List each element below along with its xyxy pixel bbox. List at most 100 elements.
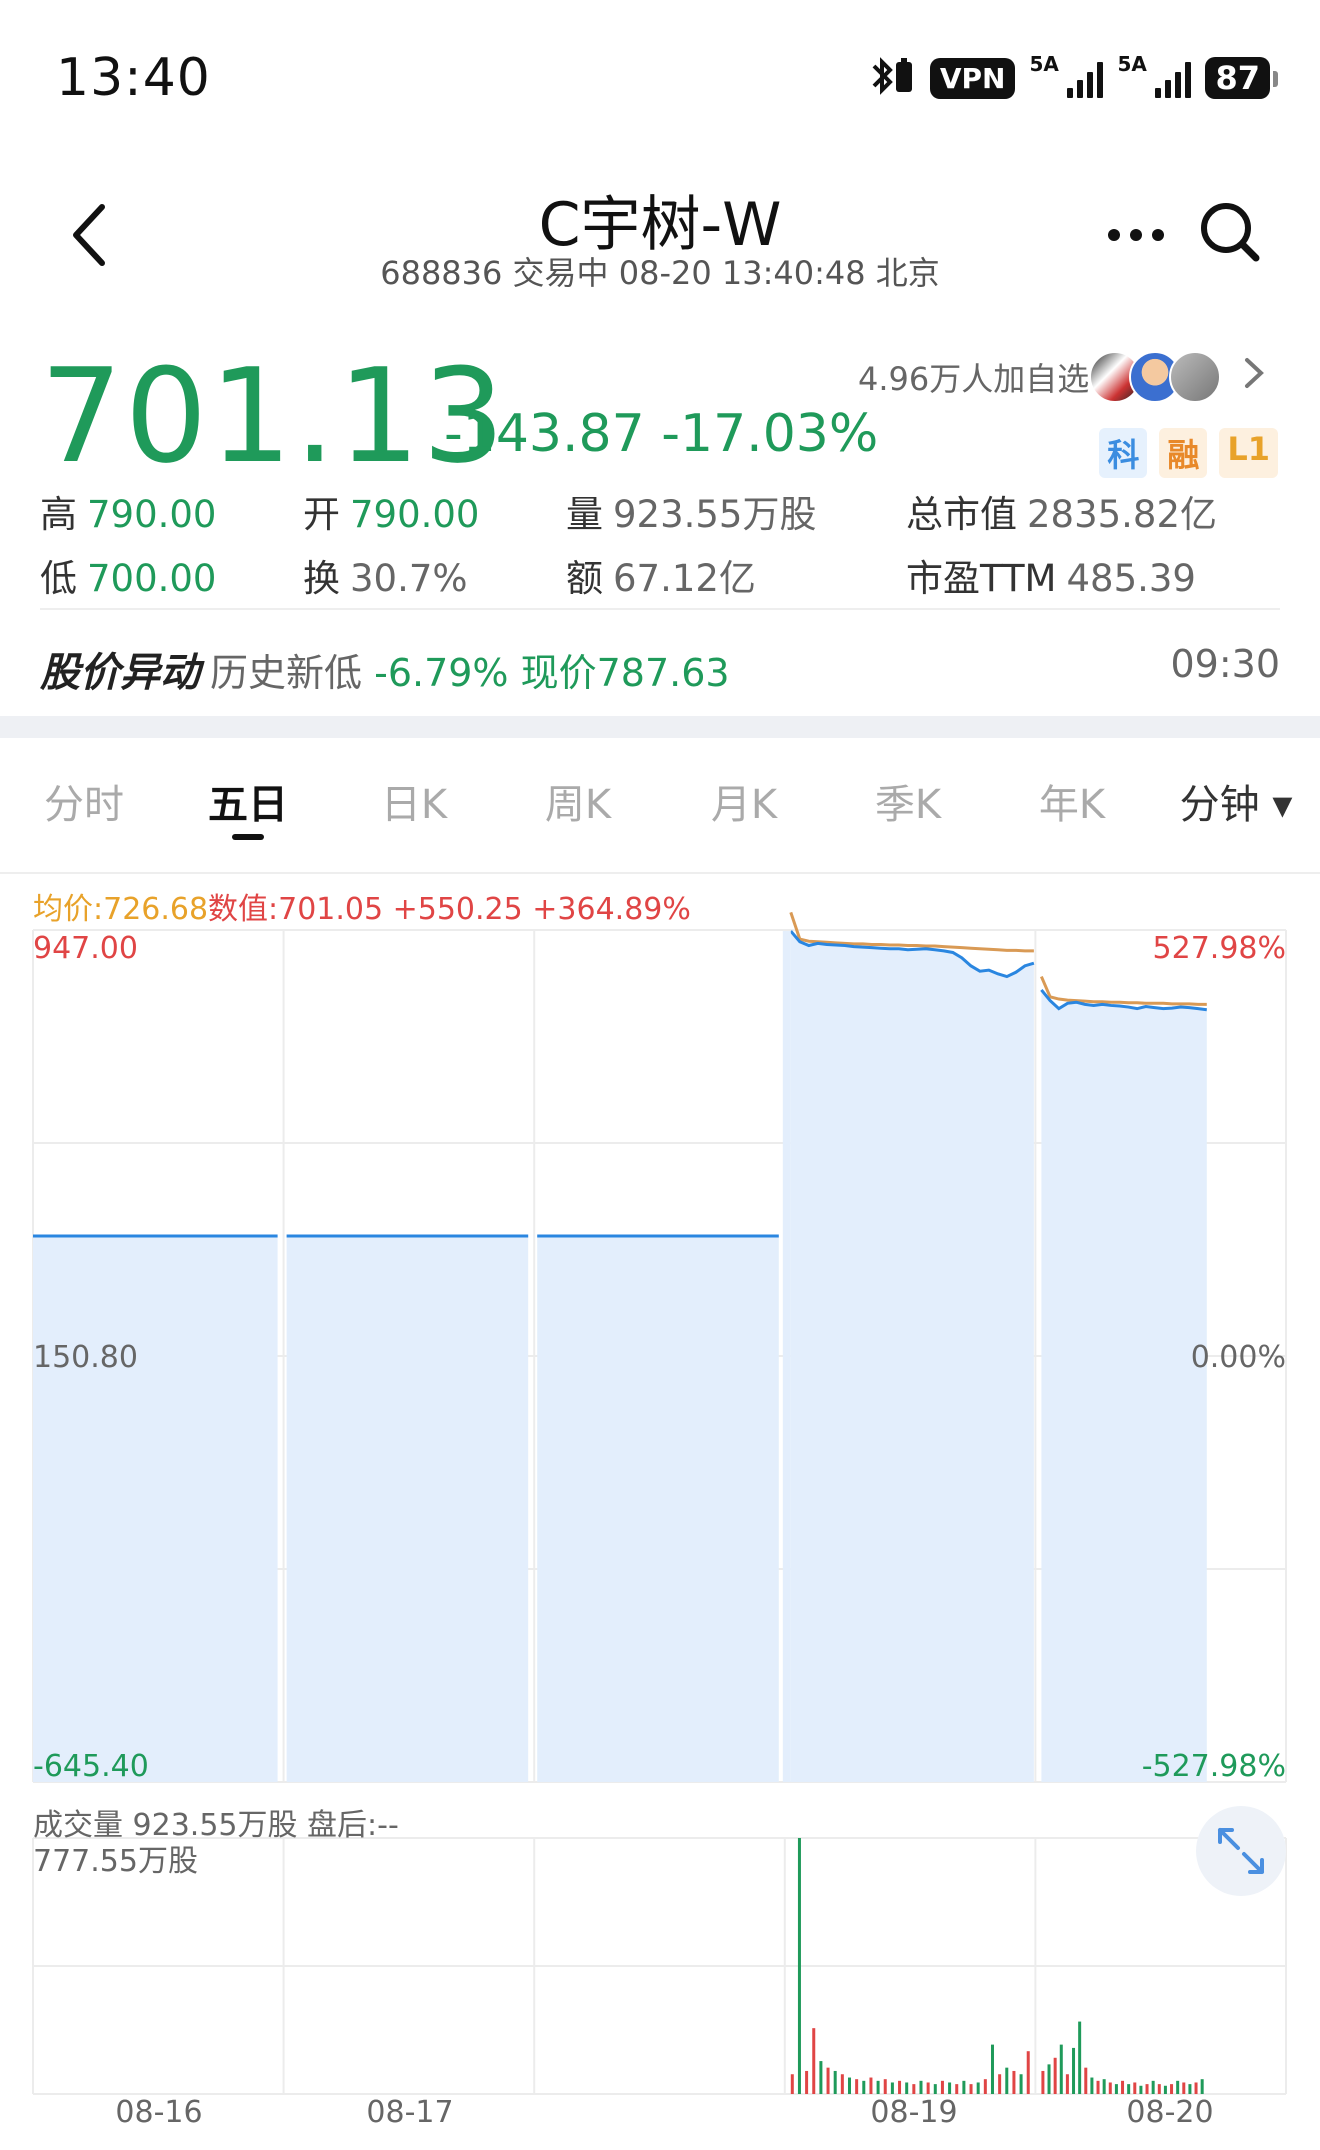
volume-bar: [1127, 2084, 1131, 2094]
signal-label: 5A: [1029, 52, 1059, 76]
volume-bar: [869, 2077, 873, 2094]
stat-turnover: 换 30.7%: [303, 548, 468, 602]
volume-bar: [855, 2079, 859, 2094]
volume-bar: [933, 2084, 937, 2094]
stat-pe: 市盈TTM 485.39: [906, 548, 1196, 602]
badge-group: 科 融 L1: [1099, 428, 1278, 478]
alert-title: 股价异动: [40, 650, 200, 696]
watchlist-row[interactable]: 4.96万人加自选: [858, 350, 1265, 404]
price-change: -143.87 -17.03%: [444, 404, 879, 464]
stat-label: 额: [566, 557, 603, 600]
price-area: [782, 931, 791, 1782]
alert-text-label: 历史新低: [210, 651, 363, 695]
volume-bar: [1096, 2080, 1100, 2094]
stat-label: 高: [40, 493, 77, 536]
volume-bar: [1157, 2084, 1161, 2094]
stat-label: 市盈TTM: [906, 557, 1057, 600]
five-day-chart[interactable]: 947.00 150.80 -645.40 527.98% 0.00% -527…: [0, 874, 1320, 2150]
stat-value: 923.55万股: [613, 493, 817, 536]
volume-bar: [876, 2080, 880, 2094]
tab-yearly-k[interactable]: 年K: [1039, 772, 1105, 830]
volume-bar: [833, 2070, 837, 2094]
volume-bar: [1108, 2082, 1112, 2094]
stat-volume: 量 923.55万股: [566, 484, 816, 538]
stat-value: 30.7%: [350, 557, 468, 600]
volume-bar: [812, 2028, 816, 2094]
stat-amount: 额 67.12亿: [566, 548, 756, 602]
volume-bar: [1145, 2084, 1149, 2094]
tab-monthly-k[interactable]: 月K: [711, 772, 777, 830]
tab-minute-dropdown[interactable]: 分钟 ▾: [1180, 772, 1293, 830]
tab-intraday[interactable]: 分时: [44, 772, 124, 830]
more-button[interactable]: [1106, 218, 1166, 248]
volume-bar: [1121, 2080, 1125, 2094]
stat-value: 2835.82亿: [1027, 493, 1218, 536]
legend-value: 数值:701.05 +550.25 +364.89%: [208, 892, 691, 927]
volume-bar: [1047, 2064, 1051, 2094]
volume-bar: [990, 2044, 994, 2094]
tab-quarterly-k[interactable]: 季K: [875, 772, 941, 830]
x-axis-label-day-2: 08-17: [366, 2095, 453, 2130]
volume-bar: [1084, 2067, 1088, 2094]
volume-bar: [983, 2079, 987, 2094]
volume-bar: [976, 2082, 980, 2094]
avatar-group: [1089, 351, 1222, 403]
tab-five-day[interactable]: 五日: [208, 772, 288, 830]
volume-bar: [819, 2061, 823, 2094]
tab-active-indicator: [232, 834, 264, 840]
stat-label: 低: [40, 557, 77, 600]
volume-bar: [1182, 2082, 1186, 2094]
volume-bar: [1072, 2047, 1076, 2094]
volume-bar: [790, 2074, 794, 2094]
badge-star-market: 科: [1099, 428, 1148, 478]
stat-value: 700.00: [87, 557, 217, 600]
signal-icon: 5A: [1117, 52, 1192, 98]
volume-bar: [1176, 2080, 1180, 2094]
volume-bar: [797, 1838, 801, 2094]
price-area: [790, 931, 1034, 1782]
volume-bar: [840, 2074, 844, 2094]
volume-bar: [1139, 2085, 1143, 2094]
stat-label: 开: [303, 493, 340, 536]
average-price-line: [1040, 975, 1207, 1006]
y-axis-left-mid: 150.80: [33, 1340, 138, 1375]
volume-bar: [1102, 2079, 1106, 2094]
volume-bar: [1059, 2044, 1063, 2094]
x-axis-label-day-1: 08-16: [115, 2095, 202, 2130]
status-time: 13:40: [56, 48, 211, 108]
volume-bar: [1114, 2084, 1118, 2094]
volume-bar: [826, 2067, 830, 2094]
volume-bar: [926, 2082, 930, 2094]
section-separator: [0, 716, 1320, 738]
volume-bar: [998, 2074, 1002, 2094]
volume-bar: [905, 2082, 909, 2094]
y-axis-right-top: 527.98%: [1153, 931, 1286, 966]
volume-bar: [1078, 2021, 1082, 2094]
volume-max-label: 777.55万股: [33, 1844, 198, 1879]
volume-bar: [1053, 2057, 1057, 2094]
volume-bar: [969, 2084, 973, 2094]
price-layer: [33, 911, 1207, 1782]
volume-bar: [1019, 2074, 1023, 2094]
stat-value: 67.12亿: [613, 557, 756, 600]
y-axis-left-bottom: -645.40: [33, 1749, 149, 1784]
price-area: [537, 1236, 779, 1782]
volume-bar: [898, 2080, 902, 2094]
tab-weekly-k[interactable]: 周K: [545, 772, 611, 830]
stat-high: 高 790.00: [40, 484, 216, 538]
volume-bar: [1041, 2070, 1045, 2094]
price-alert-row[interactable]: 股价异动 历史新低 -6.79% 现价787.63 09:30: [40, 640, 1280, 696]
volume-bar: [955, 2084, 959, 2094]
volume-bar: [1005, 2067, 1009, 2094]
volume-bar: [1133, 2082, 1137, 2094]
watchlist-count: 4.96万人加自选: [858, 360, 1090, 398]
volume-bar: [962, 2080, 966, 2094]
volume-bar: [912, 2084, 916, 2094]
search-button[interactable]: [1196, 198, 1266, 268]
volume-bar: [847, 2077, 851, 2094]
avatar: [1169, 351, 1222, 403]
expand-chart-button[interactable]: [1196, 1806, 1286, 1896]
volume-bar: [1188, 2084, 1192, 2094]
tab-daily-k[interactable]: 日K: [381, 772, 447, 830]
bluetooth-icon: [866, 54, 916, 102]
